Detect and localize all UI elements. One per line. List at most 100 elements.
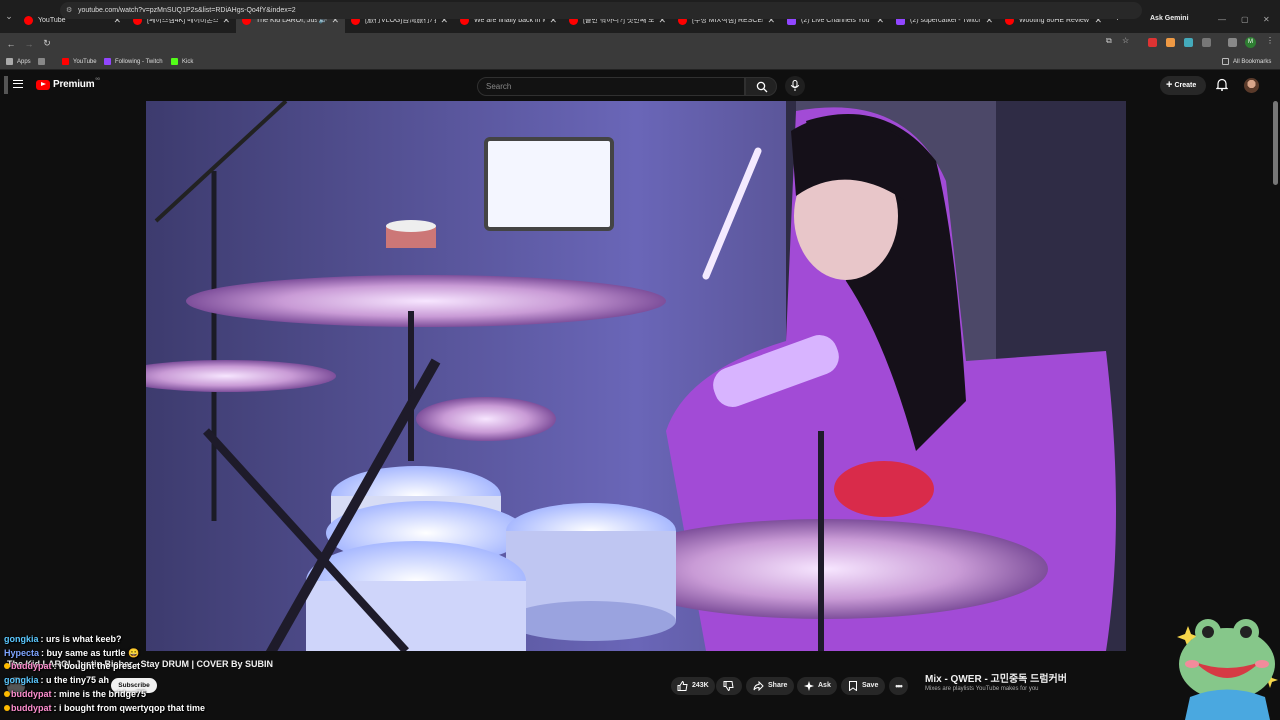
sparkle-icon bbox=[804, 681, 814, 691]
install-app-icon[interactable]: ⧉ bbox=[1106, 36, 1112, 46]
more-horizontal-icon: ••• bbox=[895, 681, 903, 691]
more-actions-button[interactable]: ••• bbox=[889, 677, 908, 695]
bookmark-apps[interactable]: Apps bbox=[6, 58, 31, 65]
chat-text: i bought from qwertyqop that time bbox=[59, 702, 205, 713]
plus-icon: + bbox=[1166, 79, 1173, 91]
mix-playlist-subtitle: Mixes are playlists YouTube makes for yo… bbox=[925, 686, 1039, 692]
sidebar-edge bbox=[4, 76, 8, 94]
youtube-premium-logo[interactable]: Premium 90 bbox=[36, 76, 100, 90]
ask-gemini-button[interactable]: Ask Gemini bbox=[1150, 15, 1189, 22]
address-bar[interactable]: ⚙ youtube.com/watch?v=pzMnSUQ1P2s&list=R… bbox=[60, 2, 1142, 19]
bookmark-kick[interactable]: Kick bbox=[171, 58, 193, 65]
ask-button[interactable]: Ask bbox=[797, 677, 837, 695]
like-count: 243K bbox=[692, 682, 709, 689]
share-label: Share bbox=[768, 682, 788, 689]
video-frame bbox=[146, 101, 1126, 651]
mic-icon bbox=[790, 80, 800, 91]
forward-icon[interactable]: → bbox=[20, 39, 38, 49]
chat-username: buddypat bbox=[11, 688, 52, 699]
grid-icon[interactable] bbox=[38, 58, 49, 65]
chat-badge-icon bbox=[4, 663, 10, 670]
extension-icon[interactable] bbox=[1148, 38, 1157, 47]
video-player-area bbox=[0, 101, 1280, 651]
create-button[interactable]: + Create bbox=[1160, 76, 1206, 95]
back-icon[interactable]: ← bbox=[2, 39, 20, 49]
minimize-icon[interactable]: — bbox=[1218, 15, 1226, 24]
share-icon bbox=[753, 681, 764, 691]
chat-badge-icon bbox=[4, 704, 10, 711]
youtube-header: Premium 90 Search + Create bbox=[0, 70, 1280, 101]
chat-message: gongkia: u the tiny75 ah bbox=[4, 674, 334, 688]
bookmark-youtube[interactable]: YouTube bbox=[62, 58, 97, 65]
video-player[interactable] bbox=[146, 101, 1126, 651]
youtube-icon bbox=[24, 15, 33, 25]
reading-list-icon[interactable] bbox=[1228, 38, 1237, 47]
menu-icon[interactable] bbox=[13, 80, 23, 88]
thumbs-up-icon bbox=[677, 681, 688, 691]
chat-text: urs is what keeb? bbox=[46, 634, 122, 644]
youtube-icon bbox=[62, 58, 69, 65]
voice-search-button[interactable] bbox=[785, 76, 805, 96]
youtube-play-icon bbox=[36, 79, 50, 90]
share-button[interactable]: Share bbox=[746, 677, 794, 695]
bookmark-twitch[interactable]: Following - Twitch bbox=[104, 58, 163, 65]
close-window-icon[interactable]: ✕ bbox=[1263, 15, 1270, 24]
save-button[interactable]: Save bbox=[841, 677, 885, 695]
reload-icon[interactable]: ↻ bbox=[38, 38, 56, 49]
bookmark-kick-label: Kick bbox=[182, 58, 194, 65]
search-button[interactable] bbox=[745, 77, 777, 96]
like-button[interactable]: 243K bbox=[671, 677, 715, 695]
maximize-icon[interactable]: ▢ bbox=[1241, 15, 1249, 24]
chat-username: Hypecta bbox=[4, 647, 40, 658]
browser-menu-icon[interactable]: ⋮ bbox=[1266, 36, 1274, 45]
bookmark-star-icon[interactable]: ☆ bbox=[1122, 36, 1129, 45]
page-scrollbar[interactable] bbox=[1273, 101, 1278, 185]
address-url: youtube.com/watch?v=pzMnSUQ1P2s&list=RDi… bbox=[78, 7, 296, 14]
kick-icon bbox=[171, 58, 178, 65]
tab-search-chevron-icon[interactable]: ⌄ bbox=[0, 11, 18, 22]
browser-toolbar: ← → ↻ bbox=[0, 33, 1280, 54]
chat-message: gongkia: urs is what keeb? bbox=[4, 633, 334, 647]
grid-square-icon bbox=[38, 58, 45, 65]
chat-username: buddypat bbox=[11, 661, 52, 672]
save-playlist-icon bbox=[849, 681, 857, 691]
dislike-button[interactable] bbox=[716, 677, 742, 695]
notifications-bell-icon[interactable] bbox=[1216, 78, 1228, 91]
profile-avatar[interactable]: M bbox=[1245, 37, 1256, 48]
extensions-puzzle-icon[interactable] bbox=[1202, 38, 1211, 47]
chat-username: gongkia bbox=[4, 675, 39, 686]
chat-username: gongkia bbox=[4, 634, 39, 644]
mix-playlist-title[interactable]: Mix - QWER - 고민중독 드럼커버 bbox=[925, 670, 1067, 685]
logo-text: Premium bbox=[53, 79, 95, 90]
chat-text: mine is the bridge75 bbox=[59, 688, 147, 699]
chat-message: buddypat: i bought from qwertyqop that t… bbox=[4, 702, 334, 716]
bookmark-apps-label: Apps bbox=[17, 58, 31, 65]
folder-icon bbox=[1222, 58, 1229, 65]
twitch-icon bbox=[104, 58, 111, 65]
bookmark-twitch-label: Following - Twitch bbox=[115, 58, 163, 65]
chat-text: u the tiny75 ah bbox=[46, 675, 110, 686]
bookmark-youtube-label: YouTube bbox=[73, 58, 97, 65]
chat-username: buddypat bbox=[11, 702, 52, 713]
all-bookmarks-label: All Bookmarks bbox=[1233, 58, 1272, 65]
stream-chat-overlay: gongkia: urs is what keeb? Hypecta: buy s… bbox=[4, 633, 334, 715]
account-avatar[interactable] bbox=[1244, 78, 1259, 93]
chat-badge-icon bbox=[4, 690, 10, 697]
site-info-icon[interactable]: ⚙ bbox=[66, 2, 72, 19]
frog-emote-sticker bbox=[1177, 619, 1278, 720]
search-input[interactable]: Search bbox=[477, 77, 745, 96]
create-label: Create bbox=[1174, 82, 1197, 89]
extension-icon[interactable] bbox=[1166, 38, 1175, 47]
save-label: Save bbox=[862, 682, 879, 689]
logo-superscript: 90 bbox=[95, 76, 100, 81]
search-icon bbox=[756, 81, 768, 93]
chat-message: buddypat: mine is the bridge75 bbox=[4, 688, 334, 702]
chat-message: Hypecta: buy same as turtle 😀 bbox=[4, 647, 334, 661]
extension-icon[interactable] bbox=[1184, 38, 1193, 47]
ask-label: Ask bbox=[818, 682, 831, 689]
all-bookmarks[interactable]: All Bookmarks bbox=[1222, 58, 1271, 65]
chat-message: buddypat: i bought the preset bbox=[4, 660, 334, 674]
thumbs-down-icon bbox=[723, 681, 734, 691]
bookmarks-bar: Apps YouTube Following - Twitch Kick All… bbox=[0, 54, 1280, 70]
chat-text: buy same as turtle 😀 bbox=[46, 647, 140, 658]
